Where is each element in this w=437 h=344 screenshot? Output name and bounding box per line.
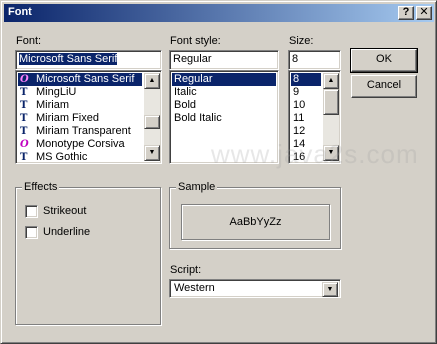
list-item[interactable]: O Microsoft Sans Serif — [18, 73, 142, 86]
font-name-value: Microsoft Sans Serif — [19, 53, 118, 65]
strikeout-checkbox[interactable] — [25, 205, 38, 218]
list-item-label: 12 — [293, 125, 306, 137]
list-item[interactable]: 10 — [291, 99, 321, 112]
scroll-down-icon[interactable]: ▼ — [144, 145, 160, 161]
chevron-down-icon[interactable]: ▼ — [322, 282, 338, 297]
script-value: Western — [174, 282, 215, 294]
strikeout-label: Strikeout — [43, 205, 87, 217]
list-item-label: Microsoft Sans Serif — [36, 73, 135, 85]
truetype-font-icon: T — [20, 113, 28, 124]
font-label: Font: — [16, 35, 42, 47]
font-style-label: Font style: — [170, 35, 221, 47]
help-button[interactable]: ? — [398, 6, 414, 20]
list-item-label: 11 — [293, 112, 305, 124]
list-item[interactable]: T Miriam — [18, 99, 142, 112]
list-item-label: MS Gothic — [36, 151, 88, 163]
list-item[interactable]: 12 — [291, 125, 321, 138]
list-item[interactable]: O Monotype Corsiva — [18, 138, 142, 151]
list-item[interactable]: T MingLiU — [18, 86, 142, 99]
truetype-font-icon: T — [20, 100, 28, 111]
list-item[interactable]: Regular — [172, 73, 276, 86]
font-list-scrollbar[interactable]: ▲ ▼ — [144, 73, 160, 161]
list-item[interactable]: Bold Italic — [172, 112, 276, 125]
list-item[interactable]: T Miriam Fixed — [18, 112, 142, 125]
underline-checkbox[interactable] — [25, 226, 38, 239]
sample-title: Sample — [176, 181, 218, 193]
size-value: 8 — [292, 53, 299, 65]
scroll-up-icon[interactable]: ▲ — [144, 73, 160, 89]
list-item[interactable]: 8 — [291, 73, 321, 86]
truetype-font-icon: T — [20, 152, 28, 163]
size-input[interactable]: 8 — [288, 50, 341, 70]
ok-button[interactable]: OK — [350, 48, 418, 73]
font-style-value: Regular — [173, 53, 212, 65]
list-item-label: 10 — [293, 99, 306, 111]
truetype-font-icon: T — [20, 126, 28, 137]
list-item[interactable]: T MS Gothic — [18, 151, 142, 163]
scroll-thumb[interactable] — [144, 115, 160, 129]
list-item-label: Miriam — [36, 99, 69, 111]
sample-group: Sample AaBbYyZz — [169, 181, 341, 249]
list-item-label: Bold Italic — [174, 112, 222, 124]
effects-group: Effects Strikeout Underline — [15, 181, 161, 325]
list-item[interactable]: T Miriam Transparent — [18, 125, 142, 138]
title-bar[interactable]: Font ? ✕ — [4, 4, 434, 22]
close-button[interactable]: ✕ — [416, 6, 432, 20]
cancel-button[interactable]: Cancel — [351, 75, 417, 98]
list-item-label: Miriam Fixed — [36, 112, 99, 124]
window-title: Font — [8, 6, 32, 18]
underline-label: Underline — [43, 226, 91, 238]
list-item[interactable]: Bold — [172, 99, 276, 112]
watermark-text: www.java2s.com — [211, 139, 419, 169]
opentype-font-icon: O — [20, 139, 29, 150]
list-item-label: Bold — [174, 99, 197, 111]
scroll-thumb[interactable] — [323, 89, 339, 115]
list-item[interactable]: Italic — [172, 86, 276, 99]
effects-title: Effects — [22, 181, 60, 193]
font-dialog: Font ? ✕ Font: Microsoft Sans Serif O Mic… — [0, 0, 437, 344]
list-item-label: Regular — [174, 73, 213, 85]
list-item-label: Monotype Corsiva — [36, 138, 125, 150]
scroll-up-icon[interactable]: ▲ — [323, 73, 339, 89]
truetype-font-icon: T — [20, 87, 28, 98]
list-item-label: 9 — [293, 86, 300, 98]
list-item[interactable]: 11 — [291, 112, 321, 125]
list-item-label: Italic — [174, 86, 197, 98]
opentype-font-icon: O — [20, 74, 29, 85]
size-label: Size: — [289, 35, 314, 47]
script-label: Script: — [170, 264, 202, 276]
list-item-label: 8 — [293, 73, 300, 85]
list-item[interactable]: 9 — [291, 86, 321, 99]
font-name-input[interactable]: Microsoft Sans Serif — [15, 50, 162, 70]
sample-preview: AaBbYyZz — [181, 204, 330, 240]
script-select[interactable]: Western ▼ — [169, 279, 341, 298]
list-item-label: Miriam Transparent — [36, 125, 131, 137]
font-style-input[interactable]: Regular — [169, 50, 279, 70]
font-list[interactable]: O Microsoft Sans Serif T MingLiU T Miriam T Mir… — [15, 70, 162, 164]
list-item-label: MingLiU — [36, 86, 77, 98]
